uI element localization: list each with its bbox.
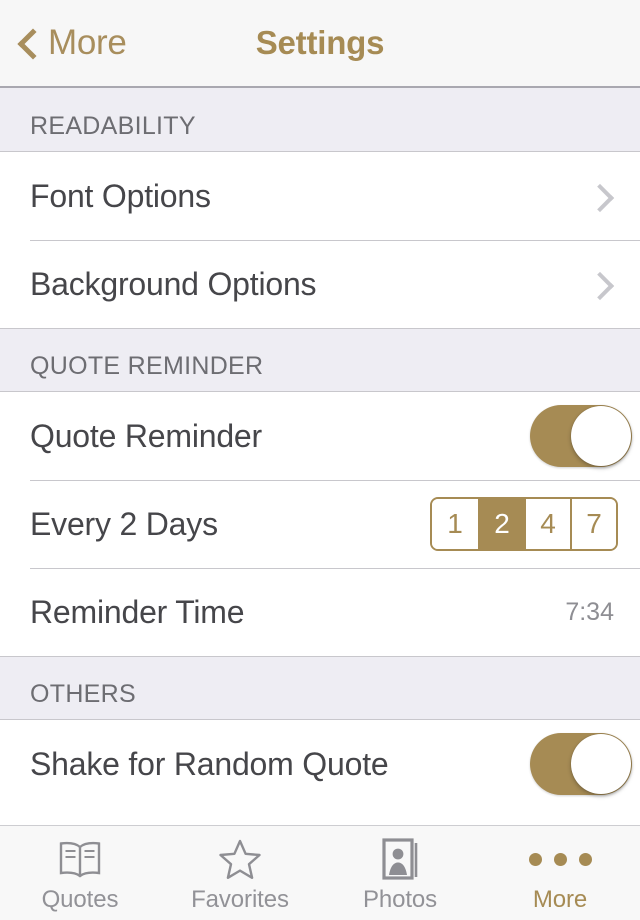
row-label: Background Options (30, 265, 317, 302)
segment-option-2[interactable]: 2 (478, 499, 524, 549)
section-header-label: READABILITY (30, 112, 196, 140)
tab-label: Photos (362, 886, 438, 913)
row-label: Shake for Random Quote (30, 745, 389, 782)
section-header-others: OTHERS (0, 656, 640, 720)
photo-portrait-icon (378, 836, 422, 882)
ellipsis-dot (528, 852, 542, 866)
tab-label: Favorites (191, 886, 289, 913)
tab-label: More (532, 886, 588, 913)
tab-favorites[interactable]: Favorites (160, 826, 320, 920)
back-button[interactable]: More (14, 0, 127, 86)
row-label: Every 2 Days (30, 505, 218, 542)
chevron-right-icon (590, 274, 610, 294)
row-quote-reminder: Quote Reminder (0, 392, 640, 480)
reminder-time-value: 7:34 (565, 597, 614, 626)
tab-bar: Quotes Favorites Photos More (0, 825, 640, 920)
row-every-n-days: Every 2 Days 1 2 4 7 (0, 480, 640, 568)
row-shake-for-random-quote: Shake for Random Quote (0, 720, 640, 808)
row-label: Quote Reminder (30, 417, 262, 454)
toggle-knob (571, 406, 631, 466)
ellipsis-dot (578, 852, 592, 866)
chevron-left-icon (14, 30, 40, 56)
section-header-label: QUOTE REMINDER (30, 352, 264, 380)
book-icon (57, 836, 103, 882)
tab-photos[interactable]: Photos (320, 826, 480, 920)
chevron-right-icon (590, 186, 610, 206)
section-header-readability: READABILITY (0, 88, 640, 152)
segment-option-4[interactable]: 4 (524, 499, 570, 549)
star-icon (218, 836, 262, 882)
tab-quotes[interactable]: Quotes (0, 826, 160, 920)
tab-more[interactable]: More (480, 826, 640, 920)
row-reminder-time[interactable]: Reminder Time 7:34 (0, 568, 640, 656)
row-label: Reminder Time (30, 593, 245, 630)
back-button-label: More (48, 23, 127, 62)
shake-for-random-quote-toggle[interactable] (530, 733, 632, 795)
navigation-bar: More Settings (0, 0, 640, 88)
toggle-knob (571, 734, 631, 794)
section-header-label: OTHERS (30, 680, 136, 708)
section-header-quote-reminder: QUOTE REMINDER (0, 328, 640, 392)
row-label: Font Options (30, 177, 211, 214)
row-font-options[interactable]: Font Options (0, 152, 640, 240)
segment-option-1[interactable]: 1 (432, 499, 478, 549)
interval-segmented-control[interactable]: 1 2 4 7 (430, 497, 618, 551)
row-background-options[interactable]: Background Options (0, 240, 640, 328)
quote-reminder-toggle[interactable] (530, 405, 632, 467)
ellipsis-dot (553, 852, 567, 866)
segment-option-7[interactable]: 7 (570, 499, 616, 549)
tab-label: Quotes (41, 886, 119, 913)
ellipsis-icon (528, 836, 592, 882)
settings-list[interactable]: READABILITY Font Options Background Opti… (0, 88, 640, 920)
